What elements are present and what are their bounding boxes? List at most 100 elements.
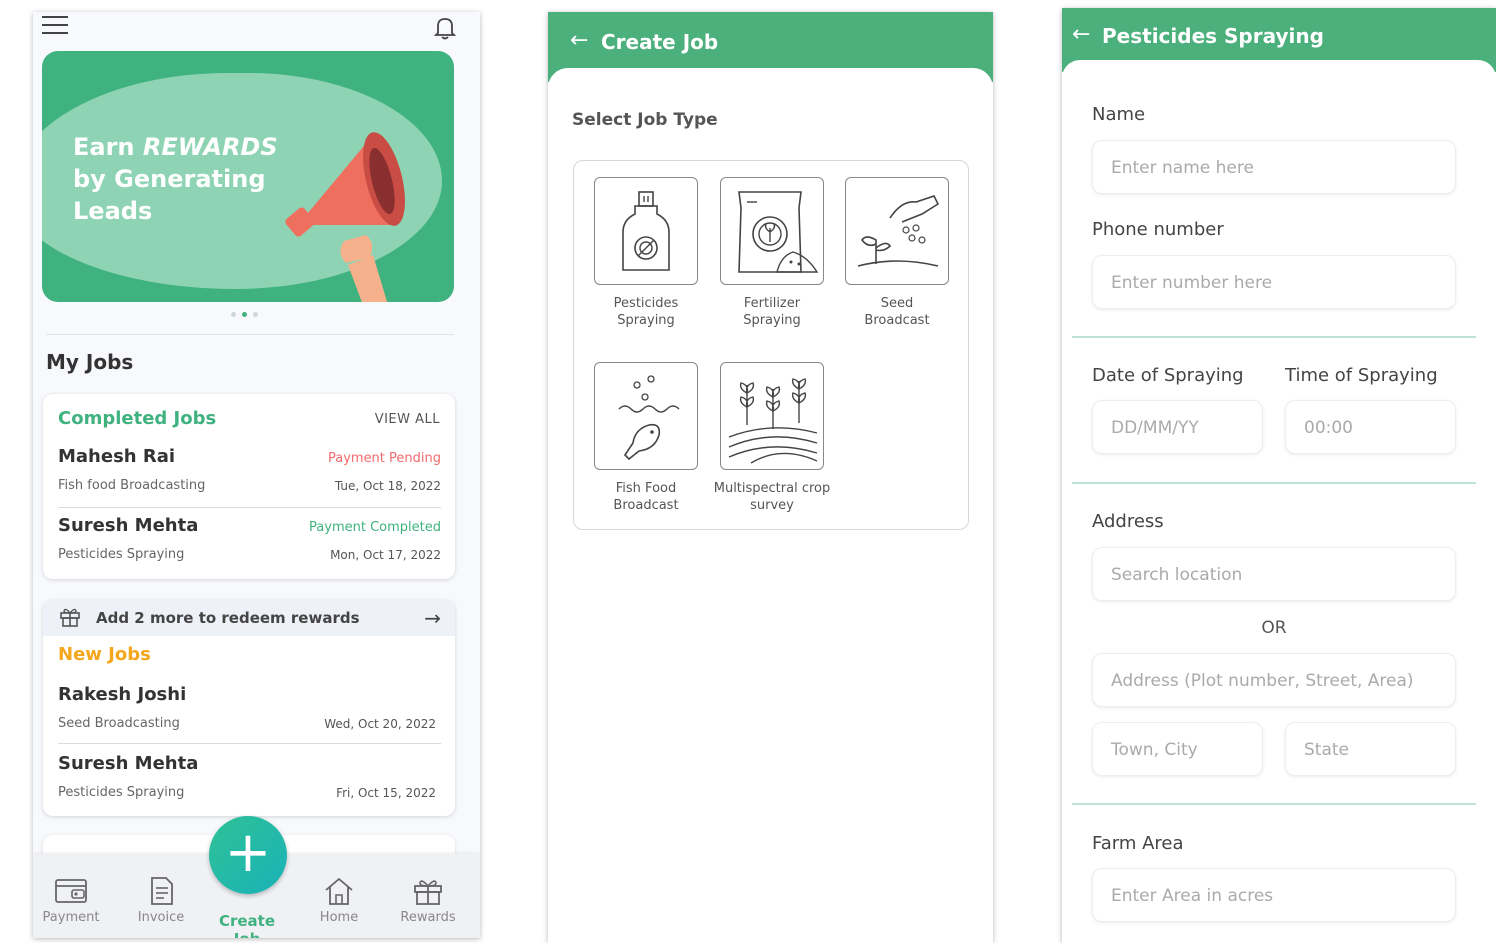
job-type-label: Seed	[880, 296, 914, 311]
nav-label: Payment	[42, 910, 100, 925]
job-type-multispectral[interactable]: Multispectral crop survey	[709, 362, 835, 514]
date-label: Date of Spraying	[1092, 365, 1244, 386]
job-date: Wed, Oct 20, 2022	[324, 717, 436, 731]
name-label: Name	[1092, 104, 1146, 125]
rewards-banner[interactable]: Earn REWARDS by Generating Leads	[42, 51, 454, 302]
carousel-dots[interactable]	[231, 312, 258, 317]
job-type: Pesticides Spraying	[58, 785, 185, 800]
payment-status: Payment Pending	[327, 451, 441, 466]
job-type-label: Spraying	[617, 313, 675, 328]
menu-icon[interactable]	[42, 16, 68, 36]
banner-text: Earn REWARDS by Generating Leads	[73, 131, 293, 227]
nav-home[interactable]: Home	[299, 876, 379, 925]
nav-payment[interactable]: Payment	[33, 876, 111, 925]
redeem-banner[interactable]: Add 2 more to redeem rewards →	[43, 600, 455, 636]
gift-icon	[60, 608, 80, 627]
phone-input[interactable]: Enter number here	[1092, 255, 1456, 309]
banner-rewards: REWARDS	[142, 133, 278, 161]
create-job-fab[interactable]: +	[209, 816, 287, 894]
home-screen: Earn REWARDS by Generating Leads My Jobs…	[33, 12, 480, 938]
job-type: Fish food Broadcasting	[58, 478, 206, 493]
time-input[interactable]: 00:00	[1285, 400, 1456, 454]
farm-area-label: Farm Area	[1092, 833, 1184, 854]
job-form-screen: ← Pesticides Spraying Name Enter name he…	[1062, 8, 1496, 943]
list-item[interactable]: Suresh Mehta Pesticides Spraying Fri, Oc…	[58, 753, 441, 811]
top-bar	[33, 12, 480, 46]
pesticide-bottle-icon	[622, 191, 670, 271]
tile	[845, 177, 949, 285]
section-divider	[1072, 336, 1476, 338]
state-input[interactable]: State	[1285, 722, 1456, 776]
nav-rewards[interactable]: Rewards	[388, 876, 468, 925]
back-arrow-icon[interactable]: ←	[570, 28, 588, 53]
job-type-label: survey	[750, 498, 794, 513]
job-type-label: Broadcast	[864, 313, 930, 328]
job-type-fertilizer[interactable]: Fertilizer Spraying	[709, 177, 835, 329]
job-type-label: Fish Food	[615, 481, 677, 496]
nav-invoice[interactable]: Invoice	[121, 876, 201, 925]
tile	[594, 177, 698, 285]
farm-area-input[interactable]: Enter Area in acres	[1092, 868, 1456, 922]
new-jobs-title: New Jobs	[58, 644, 151, 665]
job-type: Seed Broadcasting	[58, 716, 180, 731]
row-divider	[58, 507, 441, 508]
job-name: Rakesh Joshi	[58, 684, 187, 705]
job-name: Mahesh Rai	[58, 446, 176, 467]
crop-field-icon	[728, 378, 818, 464]
section-divider	[1072, 803, 1476, 805]
job-type-label: Pesticides	[613, 296, 679, 311]
job-type-grid: Pesticides Spraying Fertilizer Spraying	[573, 160, 969, 530]
page-title: Pesticides Spraying	[1102, 24, 1324, 48]
job-type-fish-food[interactable]: Fish Food Broadcast	[583, 362, 709, 514]
new-jobs-card: Add 2 more to redeem rewards → New Jobs …	[43, 600, 455, 816]
seed-hand-icon	[857, 195, 940, 267]
job-date: Mon, Oct 17, 2022	[330, 548, 441, 562]
nav-label: Home	[319, 910, 359, 925]
arrow-right-icon[interactable]: →	[424, 606, 441, 630]
back-arrow-icon[interactable]: ←	[1072, 22, 1090, 47]
list-item[interactable]: Mahesh Rai Fish food Broadcasting Paymen…	[58, 446, 441, 504]
fertilizer-bag-icon	[738, 191, 819, 273]
town-city-input[interactable]: Town, City	[1092, 722, 1263, 776]
nav-label: Rewards	[400, 910, 456, 925]
date-input[interactable]: DD/MM/YY	[1092, 400, 1263, 454]
section-divider	[1072, 482, 1476, 484]
time-label: Time of Spraying	[1285, 365, 1438, 386]
redeem-text: Add 2 more to redeem rewards	[96, 609, 360, 627]
job-type-label: Multispectral crop	[713, 481, 831, 496]
fish-icon	[618, 375, 680, 461]
job-type-seed[interactable]: Seed Broadcast	[834, 177, 960, 329]
invoice-icon	[151, 877, 173, 905]
divider	[46, 334, 454, 335]
nav-create-job[interactable]: Create Job	[207, 912, 287, 938]
nav-label: Create Job	[218, 912, 276, 938]
job-date: Fri, Oct 15, 2022	[336, 786, 436, 800]
name-input[interactable]: Enter name here	[1092, 140, 1456, 194]
list-item[interactable]: Suresh Mehta Pesticides Spraying Payment…	[58, 515, 441, 573]
tile	[594, 362, 698, 470]
select-job-type-label: Select Job Type	[572, 110, 718, 130]
row-divider	[58, 743, 441, 744]
search-location-input[interactable]: Search location	[1092, 547, 1456, 601]
my-jobs-title: My Jobs	[46, 350, 134, 374]
list-item[interactable]: Rakesh Joshi Seed Broadcasting Wed, Oct …	[58, 684, 441, 742]
create-job-screen: ← Create Job Select Job Type Pesticides S…	[548, 12, 993, 943]
job-type-label: Fertilizer	[743, 296, 801, 311]
job-type-label: Spraying	[743, 313, 801, 328]
banner-line1: Earn	[73, 133, 135, 161]
completed-jobs-card: Completed Jobs VIEW ALL Mahesh Rai Fish …	[43, 394, 455, 579]
or-separator: OR	[1261, 618, 1287, 638]
completed-jobs-title: Completed Jobs	[58, 408, 217, 429]
bell-icon[interactable]	[432, 15, 458, 41]
job-name: Suresh Mehta	[58, 515, 199, 536]
job-type: Pesticides Spraying	[58, 547, 185, 562]
tile	[720, 177, 824, 285]
banner-line3: Leads	[73, 197, 153, 225]
job-type-pesticides[interactable]: Pesticides Spraying	[583, 177, 709, 329]
address-input[interactable]: Address (Plot number, Street, Area)	[1092, 653, 1456, 707]
address-label: Address	[1092, 511, 1164, 532]
view-all-link[interactable]: VIEW ALL	[375, 412, 440, 427]
plus-icon: +	[224, 820, 272, 885]
job-name: Suresh Mehta	[58, 753, 199, 774]
payment-status: Payment Completed	[309, 520, 441, 535]
